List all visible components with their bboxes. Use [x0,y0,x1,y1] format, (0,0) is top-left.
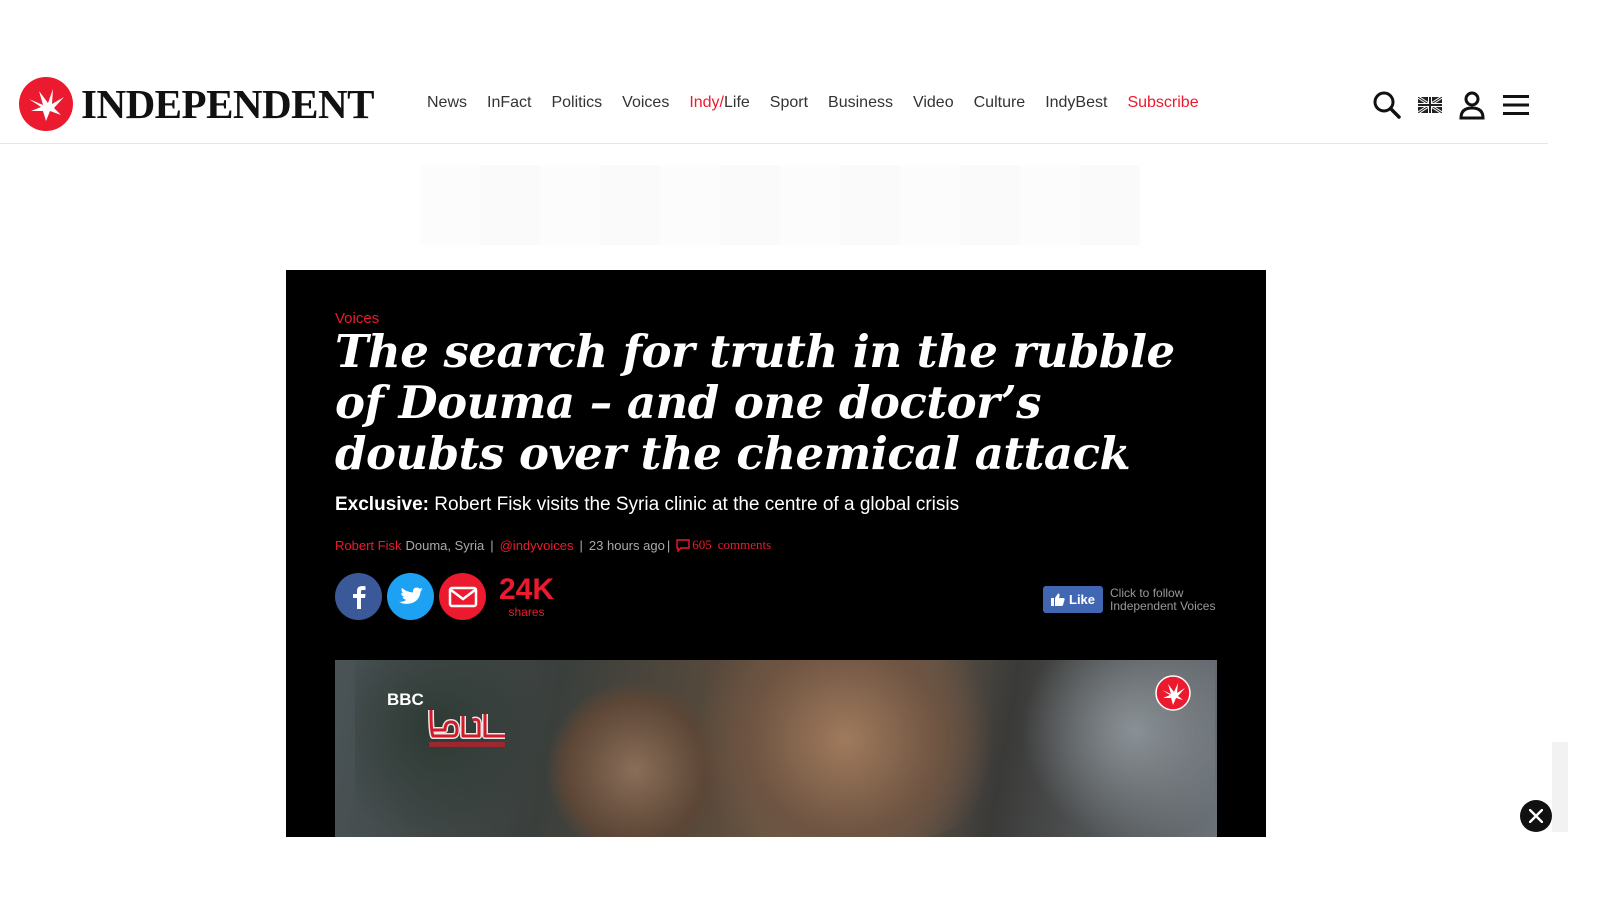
video-player[interactable]: BBC [335,660,1217,837]
nav-video[interactable]: Video [913,94,954,112]
article-hero: Voices The search for truth in the rubbl… [286,270,1266,837]
email-share-button[interactable] [439,573,486,620]
standfirst-exclusive: Exclusive: [335,494,429,515]
site-header: INDEPENDENT News InFact Politics Voices … [0,70,1548,144]
dateline-location: Douma, Syria [405,537,485,553]
douma-city-logo [428,709,505,747]
twitter-icon [398,587,423,604]
ad-placeholder [420,165,1140,245]
scrollbar-track[interactable] [1552,742,1568,832]
nav-indylife-prefix: Indy/ [689,94,724,111]
comment-label: comments [717,537,772,552]
thumbs-up-icon [1051,593,1065,606]
author-link[interactable]: Robert Fisk [335,538,401,553]
main-nav: News InFact Politics Voices Indy/Life Sp… [427,94,1219,112]
twitter-handle-link[interactable]: @indyvoices [500,538,574,553]
nav-indybest[interactable]: IndyBest [1045,94,1107,112]
header-tools [1372,90,1546,120]
share-count-number: 24K [499,573,555,606]
comments-link[interactable]: 605 comments [676,537,771,553]
byline-separator: | [490,537,494,553]
standfirst-text: Robert Fisk visits the Syria clinic at t… [429,494,960,515]
byline-separator: | [666,537,671,553]
site-logo[interactable]: INDEPENDENT [19,77,374,131]
nav-infact[interactable]: InFact [487,94,531,112]
search-icon[interactable] [1372,90,1402,120]
share-count: 24K shares [499,573,555,619]
nav-voices[interactable]: Voices [622,94,669,112]
nav-indylife[interactable]: Indy/Life [689,94,749,112]
facebook-icon [352,585,365,609]
video-frame-shade [665,660,1025,837]
nav-subscribe[interactable]: Subscribe [1127,94,1198,112]
nav-sport[interactable]: Sport [770,94,808,112]
share-bar: 24K shares [335,573,554,620]
nav-news[interactable]: News [427,94,467,112]
nav-culture[interactable]: Culture [974,94,1026,112]
article-standfirst: Exclusive: Robert Fisk visits the Syria … [335,494,959,516]
twitter-share-button[interactable] [387,573,434,620]
comment-icon [676,538,690,552]
account-icon[interactable] [1458,90,1486,120]
publish-time: 23 hours ago [588,537,665,553]
nav-indylife-suffix: Life [724,94,750,111]
nav-business[interactable]: Business [828,94,893,112]
byline: Robert Fisk Douma, Syria | @indyvoices |… [335,537,771,553]
follow-text-line2: Independent Voices [1110,598,1216,613]
byline-separator: | [579,537,583,553]
share-count-label: shares [508,605,545,619]
follow-text: Click to follow Independent Voices [1110,585,1216,613]
close-button[interactable] [1520,800,1552,832]
video-channel-tag: BBC [387,690,424,709]
eagle-logo-icon [19,77,73,131]
facebook-like-button[interactable]: Like [1043,586,1104,613]
close-icon [1529,809,1543,823]
uk-flag-icon[interactable] [1418,97,1442,113]
facebook-share-button[interactable] [335,573,382,620]
menu-icon[interactable] [1502,94,1530,116]
facebook-follow: Like Click to follow Independent Voices [1043,586,1215,613]
comment-count: 605 [692,537,712,552]
like-label: Like [1069,592,1096,607]
nav-politics[interactable]: Politics [551,94,602,112]
independent-eagle-icon [1155,675,1191,711]
follow-text-line1: Click to follow [1110,585,1184,600]
article-headline: The search for truth in the rubble of Do… [335,325,1175,480]
email-icon [448,586,477,607]
logo-wordmark: INDEPENDENT [81,81,374,127]
